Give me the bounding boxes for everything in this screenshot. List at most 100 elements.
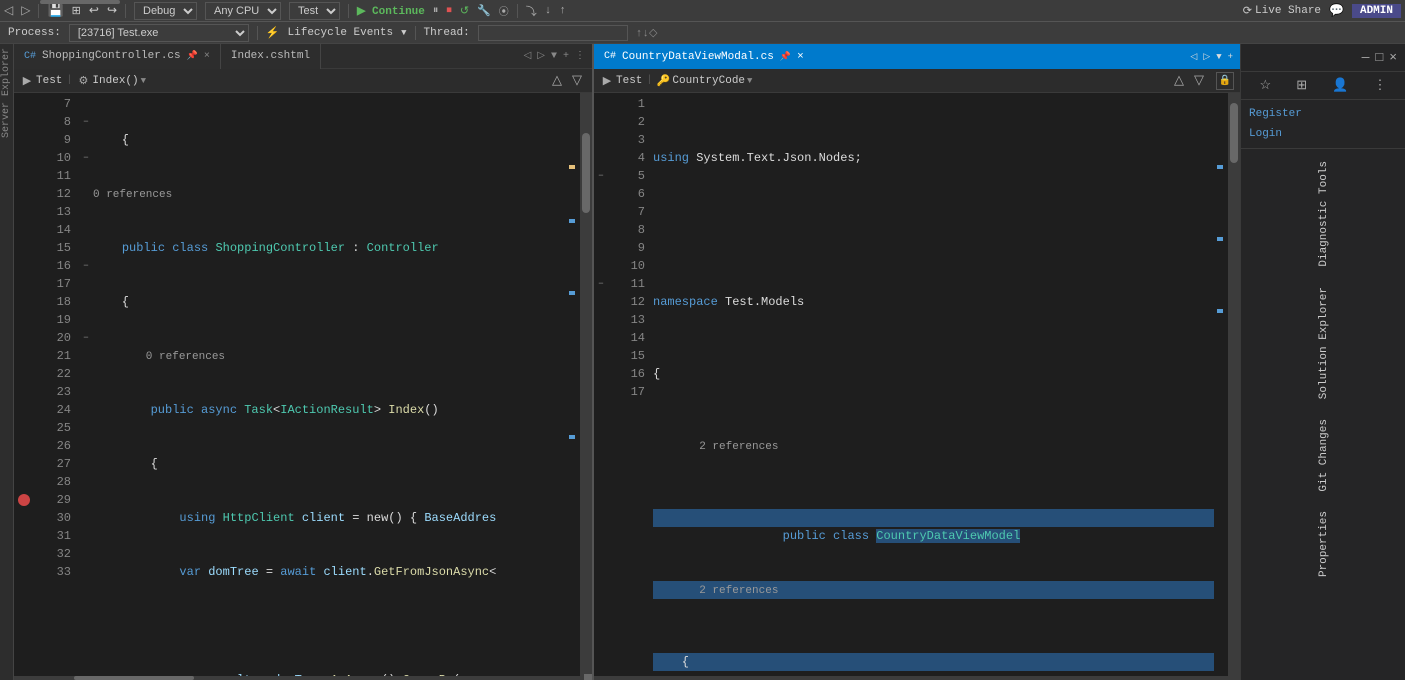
server-explorer-label[interactable]: Server Explorer	[1, 44, 12, 142]
forward-icon[interactable]: ▷	[21, 3, 30, 18]
right-method-btn[interactable]: 🔑 CountryCode ▼	[656, 74, 752, 88]
person-icon[interactable]: 👤	[1332, 78, 1348, 93]
back-icon[interactable]: ◁	[4, 3, 13, 18]
nav-up-btn[interactable]: △	[548, 72, 566, 90]
debug-pause-icon[interactable]: ⏸	[433, 5, 439, 17]
continue-button[interactable]: ▶ Continue	[357, 4, 425, 18]
rfold12	[594, 293, 608, 311]
sep5	[257, 26, 258, 40]
win-maximize[interactable]: □	[1375, 50, 1383, 65]
debug-dropdown[interactable]: Debug	[134, 2, 197, 20]
ellipsis-icon[interactable]: ⋮	[1373, 78, 1386, 93]
breakpoints-icon[interactable]: ⦿	[499, 3, 509, 19]
fold29	[79, 491, 93, 509]
tab1-close[interactable]: ×	[204, 51, 210, 62]
left-hscrollbar-thumb[interactable]	[74, 676, 194, 680]
thread-input[interactable]	[478, 25, 628, 41]
save-icon[interactable]: 💾	[47, 3, 63, 18]
right-nav-up[interactable]: △	[1170, 72, 1188, 90]
debug-stop-icon[interactable]: ⏹	[446, 5, 452, 17]
rln4: 4	[612, 149, 645, 167]
solution-explorer-label[interactable]: Solution Explorer	[1312, 279, 1336, 407]
right-tab-new[interactable]: +	[1225, 52, 1236, 62]
liveshare-icon: ⟳	[1243, 4, 1252, 18]
right-method-arrow[interactable]: ▼	[747, 76, 752, 86]
right-vscrollbar-thumb[interactable]	[1230, 103, 1238, 163]
right-code-content[interactable]: using System.Text.Json.Nodes; namespace …	[653, 93, 1214, 676]
sep6	[415, 26, 416, 40]
step-over-icon[interactable]: ⤵	[526, 3, 537, 19]
bookmark-icon[interactable]: ☆	[1260, 78, 1272, 93]
pin-icon[interactable]: 📌	[187, 51, 198, 61]
process-dropdown[interactable]: [23716] Test.exe	[69, 24, 249, 42]
method-dropdown-arrow[interactable]: ▼	[141, 76, 146, 86]
feedback-icon[interactable]: 💬	[1329, 3, 1344, 18]
ln30: 30	[38, 509, 71, 527]
fold10[interactable]: −	[79, 149, 93, 167]
left-vscrollbar-thumb[interactable]	[582, 133, 590, 213]
git-changes-label[interactable]: Git Changes	[1312, 411, 1336, 500]
redo-icon[interactable]: ↪	[107, 3, 117, 18]
tab-right-close[interactable]: ×	[797, 51, 804, 63]
right-vscrollbar[interactable]	[1228, 93, 1240, 676]
fold-column-left: − − − −	[79, 93, 93, 676]
right-nav-down[interactable]: ▽	[1190, 72, 1208, 90]
tab-scroll-left[interactable]: ◁	[521, 50, 535, 62]
debug-tools-icon[interactable]: 🔧	[477, 4, 491, 18]
ln20: 20	[38, 329, 71, 347]
diagnostic-tools-label[interactable]: Diagnostic Tools	[1312, 153, 1336, 275]
fold8[interactable]: −	[79, 113, 93, 131]
left-method-btn[interactable]: ⚙ Index() ▼	[76, 74, 146, 88]
right-tab-scroll-right[interactable]: ▷	[1200, 52, 1213, 62]
liveshare-button[interactable]: ⟳ Live Share	[1243, 4, 1321, 18]
right-code-panel: C# CountryDataViewModal.cs 📌 × ◁ ▷ ▼ +	[594, 44, 1240, 680]
tab-more[interactable]: ⋮	[572, 50, 588, 62]
tab-scroll-right[interactable]: ▷	[534, 50, 548, 62]
undo-icon[interactable]: ↩	[89, 3, 99, 18]
win-close[interactable]: ×	[1389, 50, 1397, 65]
fold16[interactable]: −	[79, 257, 93, 275]
left-project-btn[interactable]: ▶ Test	[20, 74, 62, 88]
tab-country-model[interactable]: C# CountryDataViewModal.cs 📌 ×	[594, 44, 814, 69]
breakpoint-dot-29[interactable]	[18, 494, 30, 506]
register-button[interactable]: Register	[1249, 108, 1397, 120]
rfold6	[594, 185, 608, 203]
step-out-icon[interactable]: ↑	[559, 5, 566, 17]
pin-icon-right[interactable]: 📌	[780, 52, 791, 62]
left-hscrollbar[interactable]	[14, 676, 592, 680]
tab-shopping-controller[interactable]: C# ShoppingController.cs 📌 ×	[14, 44, 221, 69]
columns-icon[interactable]: ⊞	[1296, 78, 1307, 93]
bp-line9	[14, 131, 34, 149]
login-button[interactable]: Login	[1249, 128, 1397, 140]
bp-line31	[14, 527, 34, 545]
lifecycle-arrow[interactable]: ▼	[401, 28, 406, 38]
bp-line30	[14, 509, 34, 527]
code-line11: {	[93, 455, 566, 473]
ln13: 13	[38, 203, 71, 221]
left-vscrollbar[interactable]	[580, 93, 592, 676]
lock-icon[interactable]: 🔒	[1216, 72, 1234, 90]
right-tab-dropdown[interactable]: ▼	[1213, 52, 1224, 62]
nav-down-btn[interactable]: ▽	[568, 72, 586, 90]
rfold9	[594, 239, 608, 257]
tab-new[interactable]: +	[560, 51, 572, 62]
fold17	[79, 275, 93, 293]
left-code-content[interactable]: { 0 references public class ShoppingCont…	[93, 93, 566, 676]
cpu-dropdown[interactable]: Any CPU	[205, 2, 281, 20]
rfold5[interactable]: −	[594, 167, 608, 185]
project-dropdown[interactable]: Test	[289, 2, 340, 20]
save-all-icon[interactable]: ⊞	[72, 4, 81, 18]
debug-restart-icon[interactable]: ↺	[460, 4, 469, 18]
right-hscrollbar[interactable]	[594, 676, 1240, 680]
step-into-icon[interactable]: ↓	[545, 5, 552, 17]
properties-label[interactable]: Properties	[1312, 503, 1336, 585]
ln33: 33	[38, 563, 71, 581]
right-tab-scroll-left[interactable]: ◁	[1187, 52, 1200, 62]
tab-dropdown[interactable]: ▼	[548, 51, 560, 62]
right-project-btn[interactable]: ▶ Test	[600, 74, 642, 88]
rfold11[interactable]: −	[594, 275, 608, 293]
win-minimize[interactable]: —	[1362, 50, 1370, 65]
right-sub-nav: △ ▽	[1170, 72, 1208, 90]
fold20[interactable]: −	[79, 329, 93, 347]
tab-index-cshtml[interactable]: Index.cshtml	[221, 44, 321, 69]
